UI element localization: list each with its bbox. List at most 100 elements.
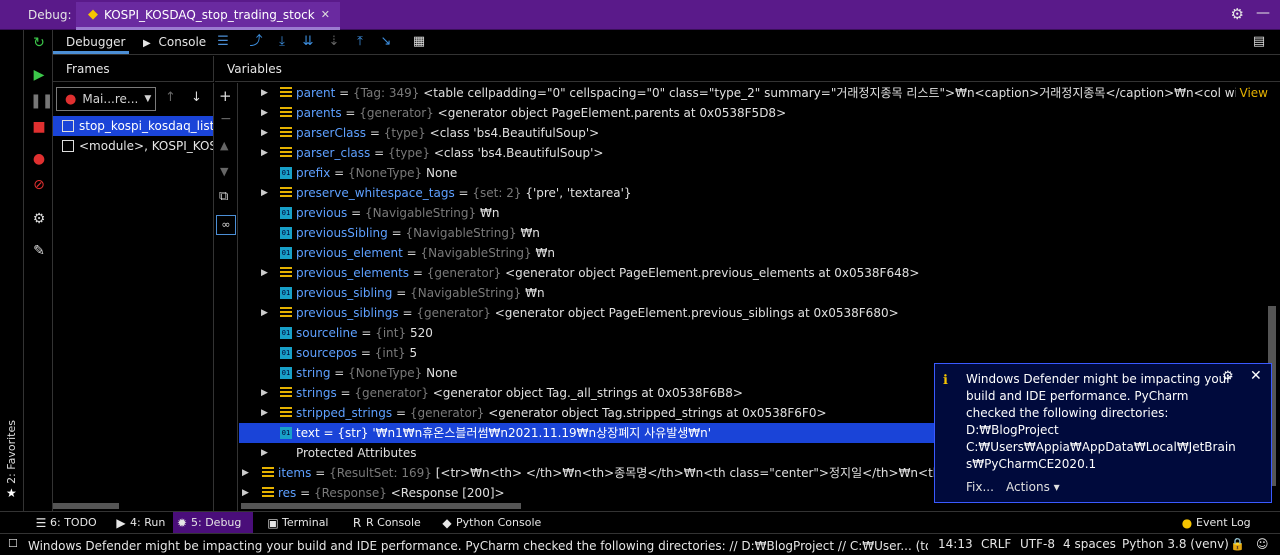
step-over-icon[interactable]: ⤓ xyxy=(274,34,290,50)
thread-selector[interactable]: ● Mai...re... ▼ xyxy=(56,87,156,111)
expand-arrow-icon[interactable]: ▶ xyxy=(261,383,271,403)
next-frame-icon[interactable]: ↓ xyxy=(191,90,202,105)
view-link[interactable]: View xyxy=(1235,83,1268,103)
var-value: ₩n xyxy=(525,286,545,300)
expand-arrow-icon[interactable]: ▶ xyxy=(242,463,252,483)
file-encoding[interactable]: UTF-8 xyxy=(1020,537,1055,551)
frame-item[interactable]: <module>, KOSPI_KOSDAQ_stop_trading_stoc… xyxy=(53,136,213,156)
actions-dropdown[interactable]: Actions ▾ xyxy=(1006,480,1060,494)
var-name: previous_elements xyxy=(296,266,410,280)
event-log-tab[interactable]: ● Event Log xyxy=(1178,512,1258,534)
step-out-icon[interactable]: ⤒ xyxy=(352,34,368,50)
var-row[interactable]: 01 prefix = {NoneType} None xyxy=(239,163,1268,183)
tool-tab-r-console[interactable]: R R Console xyxy=(348,512,428,534)
primitive-icon: 01 xyxy=(280,367,292,379)
run-to-cursor-icon[interactable]: ↘ xyxy=(378,34,394,50)
step-into-icon[interactable]: ⇊ xyxy=(300,34,316,50)
var-row[interactable]: ▶ previous_elements = {generator} <genera… xyxy=(239,263,1268,283)
gear-icon[interactable]: ⚙ xyxy=(1222,369,1234,384)
var-row[interactable]: ▶ preserve_whitespace_tags = {set: 2} {'p… xyxy=(239,183,1268,203)
frames-panel: ● Mai...re... ▼ ↑ ↓ stop_kospi_kosdaq_li… xyxy=(53,83,214,511)
expand-arrow-icon[interactable]: ▶ xyxy=(261,83,271,103)
frames-horizontal-scrollbar[interactable] xyxy=(53,502,214,511)
resume-icon[interactable]: ▶ xyxy=(30,66,48,84)
add-watch-icon[interactable]: + xyxy=(219,87,232,105)
expand-arrow-icon[interactable]: ▶ xyxy=(261,103,271,123)
fix-link[interactable]: Fix... xyxy=(966,480,994,494)
status-message[interactable]: Windows Defender might be impacting your… xyxy=(28,537,928,554)
minimize-icon[interactable]: — xyxy=(1256,5,1270,21)
expand-arrow-icon[interactable]: ▶ xyxy=(242,483,252,503)
tool-tab-python-console[interactable]: ◆ Python Console xyxy=(438,512,542,534)
var-row[interactable]: 01 previous = {NavigableString} ₩n xyxy=(239,203,1268,223)
list-icon xyxy=(280,187,292,199)
frame-label: <module>, KOSPI_KOSDAQ_stop_trading_stoc… xyxy=(79,139,213,153)
mute-breakpoints-icon[interactable]: ⊘ xyxy=(30,176,48,194)
pause-icon[interactable]: ❚❚ xyxy=(30,92,53,110)
remove-watch-icon[interactable]: − xyxy=(220,111,232,127)
var-name: items xyxy=(278,466,312,480)
stop-icon[interactable]: ■ xyxy=(30,118,48,136)
expand-arrow-icon[interactable]: ▶ xyxy=(261,143,271,163)
var-row[interactable]: ▶ parent = {Tag: 349} <table cellpadding=… xyxy=(239,83,1268,103)
settings-icon[interactable]: ⚙ xyxy=(30,210,48,228)
close-icon[interactable]: ✕ xyxy=(1250,368,1262,384)
notifications-icon[interactable]: ☺ xyxy=(1256,537,1269,551)
var-row[interactable]: ▶ parserClass = {type} <class 'bs4.Beauti… xyxy=(239,123,1268,143)
expand-arrow-icon[interactable]: ▶ xyxy=(261,263,271,283)
close-icon[interactable]: ✕ xyxy=(321,8,330,21)
step-into-my-code-icon[interactable]: ⇣ xyxy=(326,34,342,50)
favorites-tab[interactable]: 2: Favorites xyxy=(5,420,18,484)
tool-tab-terminal[interactable]: ▣ Terminal xyxy=(264,512,338,534)
python-interpreter[interactable]: Python 3.8 (venv) xyxy=(1122,537,1229,551)
var-row[interactable]: ▶ parser_class = {type} <class 'bs4.Beaut… xyxy=(239,143,1268,163)
layout-icon[interactable]: ▤ xyxy=(1251,34,1267,50)
expand-arrow-icon[interactable]: ▶ xyxy=(261,403,271,423)
var-row[interactable]: ▶ parents = {generator} <generator object… xyxy=(239,103,1268,123)
pin-icon[interactable]: ✎ xyxy=(30,242,48,260)
expand-arrow-icon[interactable]: ▶ xyxy=(261,303,271,323)
tab-console[interactable]: ▶ Console xyxy=(143,30,206,54)
tool-tab-todo[interactable]: ☰ 6: TODO xyxy=(32,512,104,534)
var-row[interactable]: 01 previousSibling = {NavigableString} ₩n xyxy=(239,223,1268,243)
copy-icon[interactable]: ⧉ xyxy=(219,189,228,204)
var-row[interactable]: 01 previous_sibling = {NavigableString} ₩… xyxy=(239,283,1268,303)
tool-tab-debug[interactable]: ✹ 5: Debug xyxy=(173,512,253,534)
evaluate-expression-icon[interactable]: ▦ xyxy=(411,34,427,50)
indent-setting[interactable]: 4 spaces xyxy=(1063,537,1116,551)
var-value: None xyxy=(426,366,458,380)
expand-arrow-icon[interactable]: ▶ xyxy=(261,183,271,203)
var-value: <class 'bs4.BeautifulSoup'> xyxy=(429,126,600,140)
expand-arrow-icon[interactable]: ▶ xyxy=(261,443,271,463)
var-value: None xyxy=(426,166,458,180)
protected-attributes-label: Protected Attributes xyxy=(296,446,417,460)
expand-arrow-icon[interactable]: ▶ xyxy=(261,123,271,143)
var-row[interactable]: 01 previous_element = {NavigableString} ₩… xyxy=(239,243,1268,263)
rerun-icon[interactable]: ↻ xyxy=(30,34,48,52)
gear-icon[interactable]: ⚙ xyxy=(1231,5,1244,23)
variables-horizontal-scrollbar[interactable] xyxy=(239,502,1268,511)
caret-position[interactable]: 14:13 xyxy=(938,537,973,551)
move-down-icon[interactable]: ▼ xyxy=(220,165,228,178)
var-row[interactable]: ▶ previous_siblings = {generator} <genera… xyxy=(239,303,1268,323)
view-breakpoints-icon[interactable]: ● xyxy=(30,150,48,168)
previous-frame-icon[interactable]: ↑ xyxy=(165,90,176,105)
list-icon xyxy=(280,87,292,99)
var-type: {NavigableString} xyxy=(365,206,477,220)
move-up-icon[interactable]: ▲ xyxy=(220,139,228,152)
lock-icon[interactable]: 🔒 xyxy=(1230,537,1245,551)
status-toggle-icon[interactable]: ☐ xyxy=(8,537,18,550)
frame-item[interactable]: stop_kospi_kosdaq_list, KOSPI_KOSDAQ_sto… xyxy=(53,116,213,136)
menu-icon[interactable]: ☰ xyxy=(215,34,231,50)
star-icon[interactable]: ★ xyxy=(6,486,17,500)
python-console-icon: ◆ xyxy=(442,516,452,530)
var-row[interactable]: 01 sourceline = {int} 520 xyxy=(239,323,1268,343)
show-watches-icon[interactable]: ∞ xyxy=(216,215,236,235)
show-execution-point-icon[interactable]: ⤴ xyxy=(248,34,264,50)
line-separator[interactable]: CRLF xyxy=(981,537,1011,551)
tool-tab-run[interactable]: ▶ 4: Run xyxy=(112,512,170,534)
list-icon xyxy=(280,107,292,119)
tab-debugger[interactable]: Debugger xyxy=(53,30,129,54)
debug-session-tab[interactable]: ◆ KOSPI_KOSDAQ_stop_trading_stock ✕ xyxy=(76,2,340,30)
var-row[interactable]: 01 sourcepos = {int} 5 xyxy=(239,343,1268,363)
